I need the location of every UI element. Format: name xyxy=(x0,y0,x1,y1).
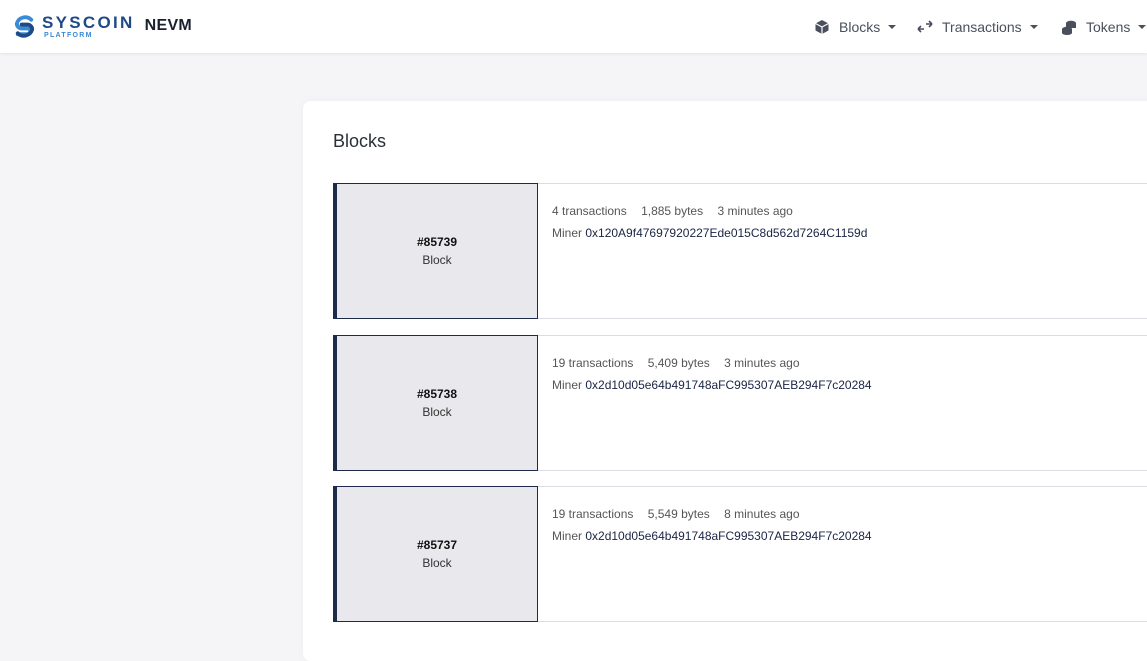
miner-address[interactable]: 0x2d10d05e64b491748aFC995307AEB294F7c202… xyxy=(585,378,871,392)
arrows-icon xyxy=(917,19,933,35)
block-info: 19 transactions 5,409 bytes 3 minutes ag… xyxy=(552,356,872,392)
block-size: 1,885 bytes xyxy=(641,204,704,218)
block-label: Block xyxy=(422,253,452,267)
block-age: 3 minutes ago xyxy=(724,356,800,370)
tx-count[interactable]: 4 transactions xyxy=(552,204,627,218)
chevron-down-icon xyxy=(888,24,897,29)
block-tile[interactable]: #85738 Block xyxy=(333,335,538,471)
syscoin-logo-icon xyxy=(14,14,35,38)
top-navbar: SYSCOIN PLATFORM NEVM Blocks Transaction… xyxy=(0,0,1147,53)
page-title: Blocks xyxy=(333,131,387,151)
tx-count[interactable]: 19 transactions xyxy=(552,356,633,370)
block-tile[interactable]: #85737 Block xyxy=(333,486,538,622)
nav-transactions[interactable]: Transactions xyxy=(917,0,1038,53)
network-name: NEVM xyxy=(144,17,193,34)
block-row: #85738 Block 19 transactions 5,409 bytes… xyxy=(333,335,1147,471)
block-info: 4 transactions 1,885 bytes 3 minutes ago… xyxy=(552,204,867,240)
block-tile[interactable]: #85739 Block xyxy=(333,183,538,319)
logo-subtitle: PLATFORM xyxy=(44,31,93,39)
tx-count[interactable]: 19 transactions xyxy=(552,507,633,521)
block-row: #85737 Block 19 transactions 5,549 bytes… xyxy=(333,486,1147,622)
nav-blocks[interactable]: Blocks xyxy=(814,0,897,53)
block-label: Block xyxy=(422,405,452,419)
miner-address[interactable]: 0x120A9f47697920227Ede015C8d562d7264C115… xyxy=(585,226,867,240)
blocks-card: Blocks #85739 Block 4 transactions 1,885… xyxy=(303,101,1147,661)
block-size: 5,549 bytes xyxy=(647,507,710,521)
block-age: 8 minutes ago xyxy=(724,507,800,521)
block-number[interactable]: #85737 xyxy=(417,538,457,552)
cube-icon xyxy=(814,19,830,35)
miner-address[interactable]: 0x2d10d05e64b491748aFC995307AEB294F7c202… xyxy=(585,529,871,543)
logo-wordmark: SYSCOIN xyxy=(42,12,135,32)
block-label: Block xyxy=(422,556,452,570)
nav-transactions-label: Transactions xyxy=(942,18,1022,35)
block-size: 5,409 bytes xyxy=(647,356,710,370)
syscoin-logo[interactable]: SYSCOIN PLATFORM NEVM xyxy=(12,11,192,41)
nav-blocks-label: Blocks xyxy=(839,18,881,35)
block-number[interactable]: #85738 xyxy=(417,387,457,401)
miner-label: Miner xyxy=(552,226,583,240)
nav-tokens[interactable]: Tokens xyxy=(1061,0,1147,53)
miner-label: Miner xyxy=(552,378,583,392)
chevron-down-icon xyxy=(1029,24,1038,29)
miner-label: Miner xyxy=(552,529,583,543)
chevron-down-icon xyxy=(1138,24,1147,29)
block-number[interactable]: #85739 xyxy=(417,235,457,249)
block-age: 3 minutes ago xyxy=(717,204,793,218)
block-row: #85739 Block 4 transactions 1,885 bytes … xyxy=(333,183,1147,319)
block-info: 19 transactions 5,549 bytes 8 minutes ag… xyxy=(552,507,872,543)
nav-tokens-label: Tokens xyxy=(1086,18,1131,35)
coins-icon xyxy=(1061,19,1077,35)
